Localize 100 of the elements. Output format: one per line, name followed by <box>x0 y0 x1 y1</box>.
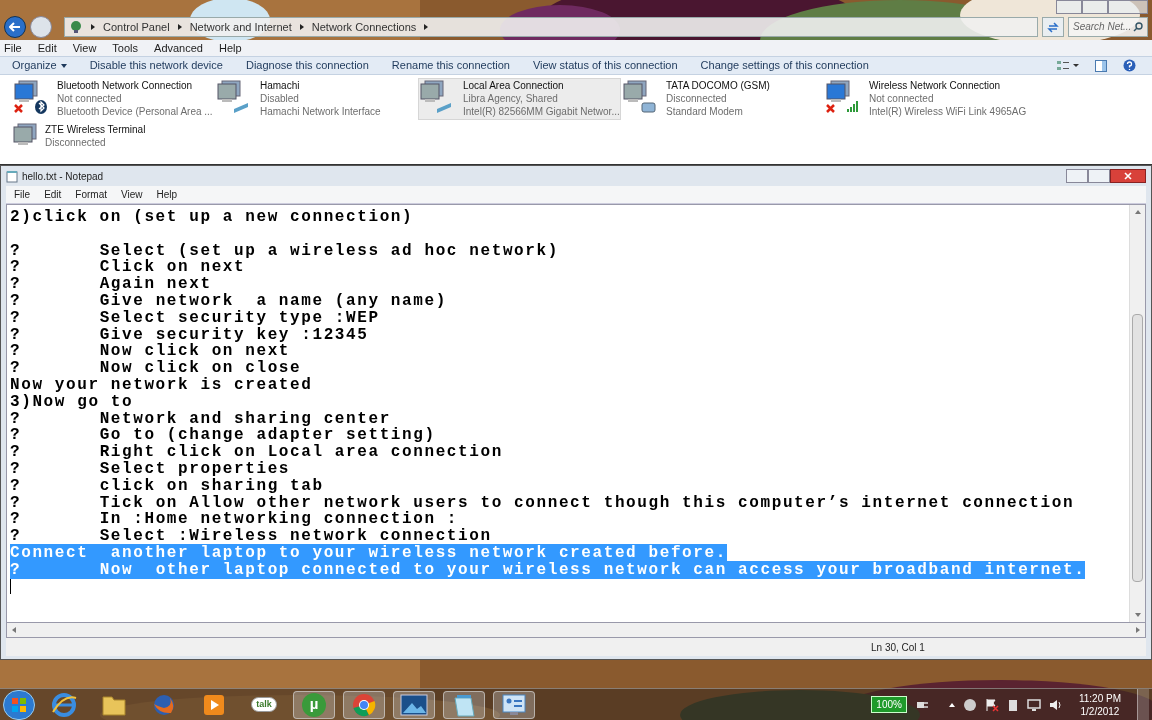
toolbar-button[interactable]: Change settings of this connection <box>700 57 869 74</box>
toolbar-button[interactable]: Rename this connection <box>391 57 510 74</box>
tray-expand-icon[interactable] <box>948 702 955 707</box>
minimize-button[interactable] <box>1056 0 1082 14</box>
connection-item[interactable]: Hamachi Disabled Hamachi Network Interface <box>215 78 418 120</box>
connection-status: Disconnected <box>45 136 107 149</box>
text-line: ? Again next <box>10 275 212 294</box>
tray-icon[interactable] <box>962 697 977 712</box>
minimize-button[interactable] <box>1066 169 1088 183</box>
text-line: ? In :Home networking connection : <box>10 510 459 529</box>
menu-item[interactable]: View <box>72 39 97 56</box>
horizontal-scrollbar[interactable] <box>6 623 1146 638</box>
network-icon <box>69 19 83 34</box>
scrollbar-thumb[interactable] <box>1132 314 1143 582</box>
search-field[interactable]: Search Net... <box>1068 16 1148 37</box>
connection-status: Disabled <box>260 92 300 105</box>
text-line: ? click on sharing tab <box>10 476 324 495</box>
toolbar-button[interactable]: Diagnose this connection <box>245 57 369 74</box>
breadcrumb-item[interactable]: Network Connections <box>311 18 417 35</box>
connection-name: TATA DOCOMO (GSM) <box>666 79 770 92</box>
speaker-icon[interactable] <box>1048 697 1063 712</box>
text-line: 2)click on (set up a new connection) <box>10 208 414 226</box>
maximize-button[interactable] <box>1082 0 1108 14</box>
connection-name: Bluetooth Network Connection <box>57 79 194 92</box>
menu-item[interactable]: Format <box>75 187 108 202</box>
menu-item[interactable]: Help <box>156 187 178 202</box>
connection-item[interactable]: Bluetooth Network Connection Not connected Bluetooth Device (Personal Area ... <box>12 78 215 120</box>
breadcrumb-separator-icon <box>177 23 182 30</box>
flag-icon[interactable] <box>984 697 999 712</box>
breadcrumb-item[interactable]: Control Panel <box>103 18 170 35</box>
play-icon <box>202 692 226 717</box>
battery-indicator[interactable]: 100% <box>871 696 907 713</box>
scrollbar-down-arrow-icon <box>1134 613 1141 617</box>
text-line: ? Click on next <box>10 258 246 277</box>
text-line: ? Select security type :WEP <box>10 308 380 327</box>
menu-item[interactable]: Tools <box>112 39 139 56</box>
connection-status: Libra Agency, Shared <box>463 92 559 105</box>
menu-item[interactable]: View <box>121 187 143 202</box>
address-bar[interactable]: Control Panel Network and Internet Network Connections <box>64 16 1038 37</box>
menu-item[interactable]: Help <box>219 39 242 56</box>
text-line: ? Select :Wireless network connection <box>10 527 492 546</box>
toolbar-button[interactable]: Organize <box>12 57 67 74</box>
taskbar-button[interactable]: µ <box>293 690 335 719</box>
preview-pane-icon[interactable] <box>1095 59 1107 72</box>
menu-item[interactable]: File <box>14 187 31 202</box>
close-icon <box>1124 172 1132 180</box>
chrome-icon <box>351 691 377 718</box>
caret-icon <box>60 63 67 68</box>
refresh-icon <box>1047 20 1059 33</box>
vertical-scrollbar[interactable] <box>1129 205 1145 622</box>
help-icon[interactable] <box>1123 59 1136 72</box>
control-panel-icon <box>501 692 527 717</box>
scrollbar-left-arrow-icon <box>12 627 16 633</box>
text-line: ? Now click on close <box>10 359 302 378</box>
menu-item[interactable]: File <box>4 39 22 56</box>
connection-item[interactable]: Wireless Network Connection Not connected Intel(R) Wireless WiFi Link 4965AG <box>824 78 1027 120</box>
connection-device: Standard Modem <box>666 105 744 118</box>
text-line: ? Now click on next <box>10 342 291 361</box>
clock[interactable]: 11:20 PM 1/2/2012 <box>1070 691 1129 718</box>
scrollbar-right-arrow-icon <box>1136 627 1140 633</box>
text-line: ? Select (set up a wireless ad hoc network) <box>10 241 559 260</box>
browser-icon <box>51 691 77 718</box>
toolbar-button[interactable]: View status of this connection <box>532 57 678 74</box>
status-text: Ln 30, Col 1 <box>871 640 925 655</box>
scrollbar-up-arrow-icon <box>1134 210 1141 214</box>
breadcrumb-separator-icon <box>299 23 304 30</box>
power-icon[interactable] <box>1006 697 1019 712</box>
text-line: ? Network and sharing center <box>10 409 391 428</box>
image-icon <box>400 692 428 717</box>
connection-item[interactable]: TATA DOCOMO (GSM) Disconnected Standard Modem <box>621 78 824 120</box>
maximize-button[interactable] <box>1088 169 1110 183</box>
view-options-icon[interactable] <box>1057 59 1079 72</box>
menu-item[interactable]: Edit <box>44 187 62 202</box>
taskbar-button[interactable] <box>393 690 435 719</box>
connection-status: Not connected <box>57 92 123 105</box>
taskbar-button[interactable] <box>343 690 385 719</box>
taskbar-button[interactable] <box>493 690 535 719</box>
connection-item[interactable]: Local Area Connection Libra Agency, Shared Intel(R) 82566MM Gigabit Networ... <box>418 78 621 120</box>
text-line: ? Give security key :12345 <box>10 325 369 344</box>
back-arrow-icon <box>9 20 21 33</box>
connection-status: Disconnected <box>666 92 728 105</box>
notepad-icon <box>6 169 18 183</box>
connection-device: Bluetooth Device (Personal Area ... <box>57 105 210 118</box>
refresh-button[interactable] <box>1042 16 1064 37</box>
menu-item[interactable]: Advanced <box>154 39 203 56</box>
close-button[interactable] <box>1110 169 1146 183</box>
connection-name: Wireless Network Connection <box>869 79 1002 92</box>
breadcrumb-item[interactable]: Network and Internet <box>189 18 292 35</box>
text-line: ? Go to (change adapter setting) <box>10 426 436 445</box>
network-icon[interactable] <box>1026 697 1041 712</box>
taskbar-button[interactable] <box>443 690 485 719</box>
text-line: ? Give network a name (any name) <box>10 292 447 310</box>
window-title: hello.txt - Notepad <box>22 169 104 184</box>
show-desktop-button[interactable] <box>1137 689 1149 720</box>
toolbar-button[interactable]: Disable this network device <box>89 57 223 74</box>
text-line: Now your network is created <box>10 375 313 394</box>
text-line: ? Tick on Allow other network users to connect though this computer’s internet connection <box>10 493 1075 512</box>
connection-name: ZTE Wireless Terminal <box>45 123 146 136</box>
connection-item[interactable]: ZTE Wireless Terminal Disconnected <box>12 122 215 164</box>
menu-item[interactable]: Edit <box>37 39 57 56</box>
